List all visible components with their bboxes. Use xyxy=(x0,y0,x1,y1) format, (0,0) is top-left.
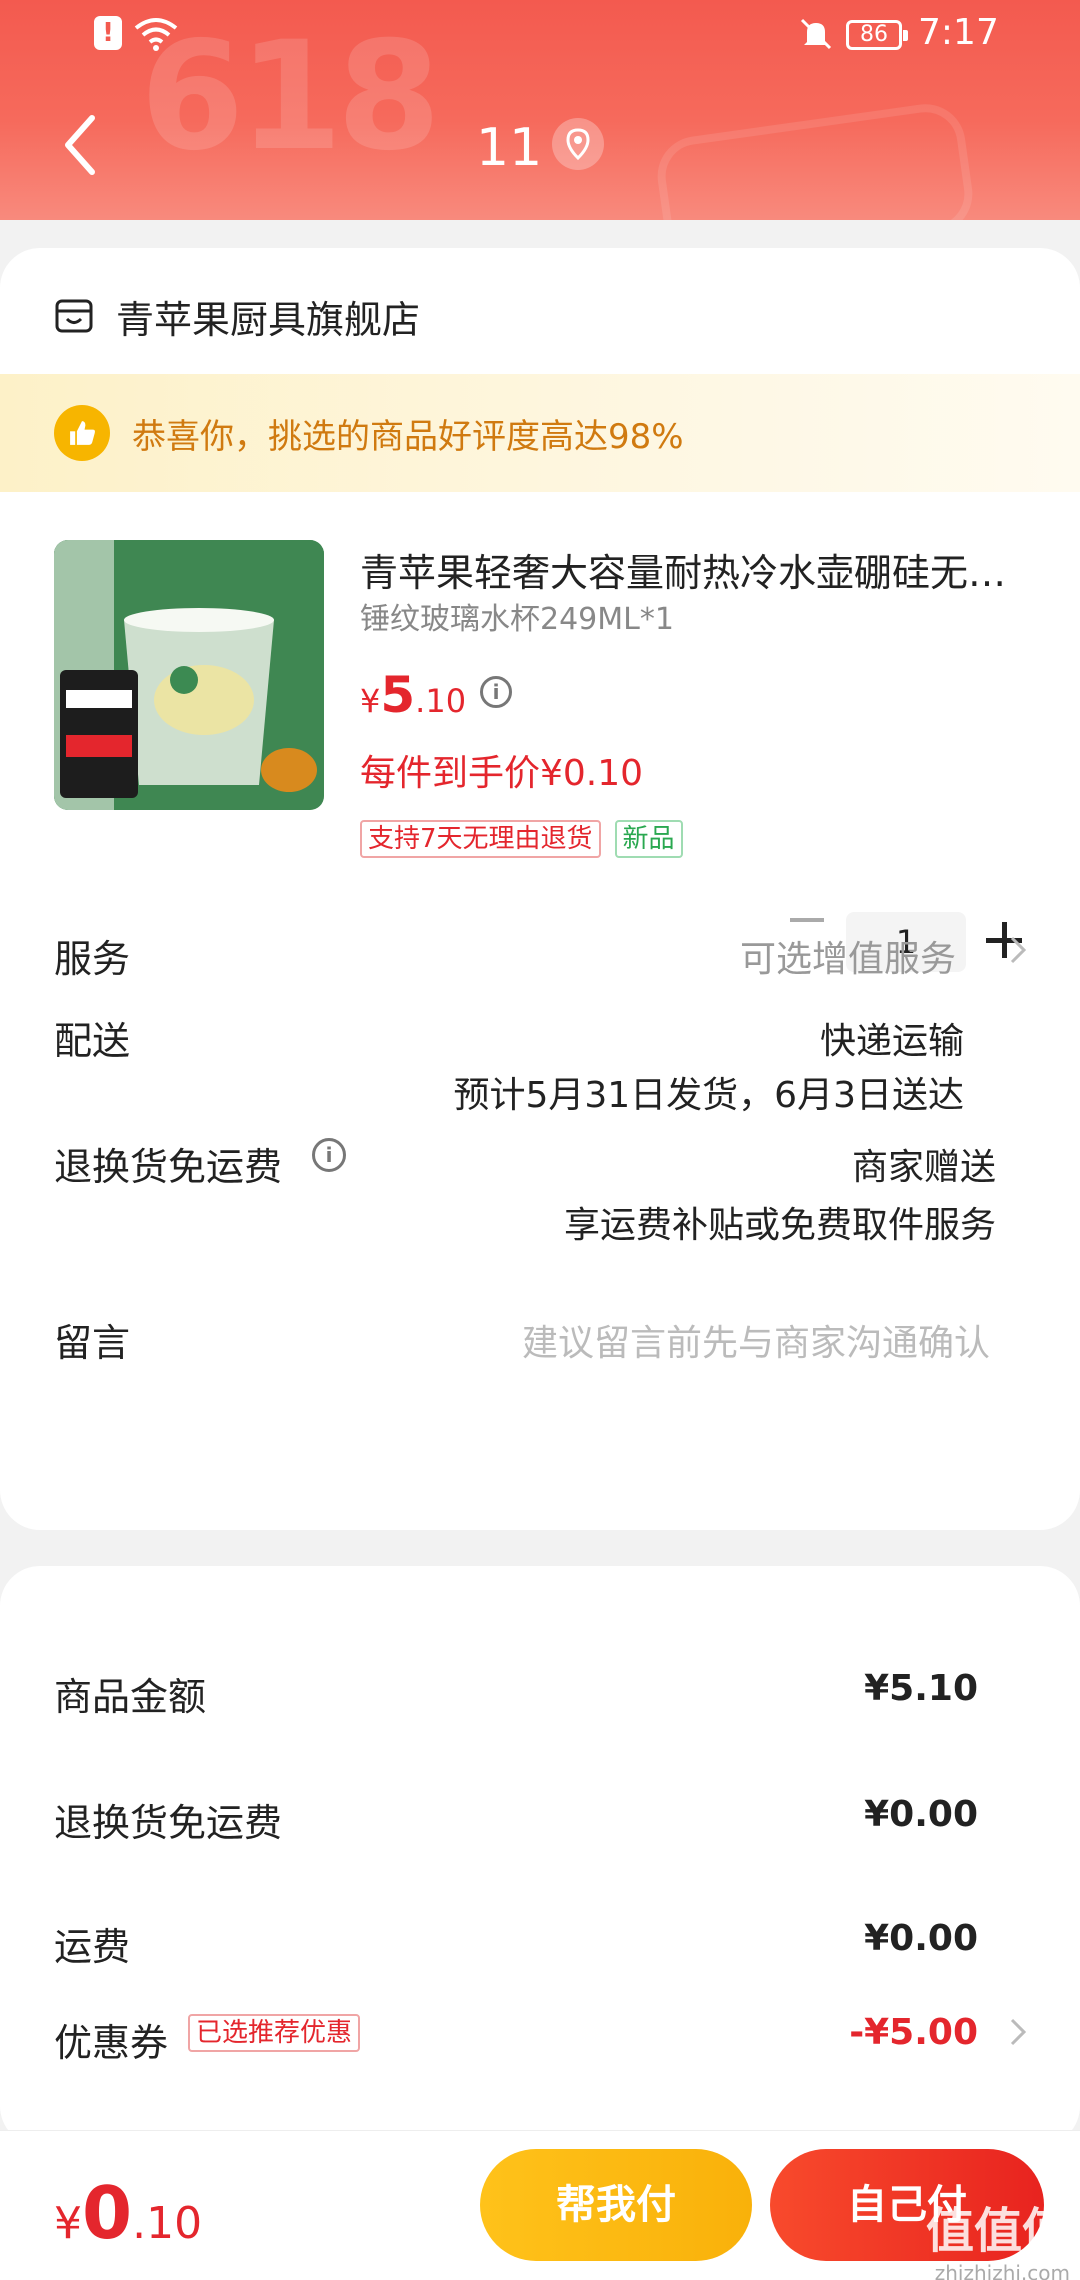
watermark: 值值值 zhizhizhi.com xyxy=(926,2191,1070,2280)
help-me-pay-button[interactable]: 帮我付 xyxy=(480,2149,752,2261)
message-input[interactable]: 建议留言前先与商家沟通确认 xyxy=(522,1314,990,1366)
coupon-value[interactable]: -¥5.00 xyxy=(849,2012,978,2053)
return-fee-value: ¥0.00 xyxy=(864,1794,978,1835)
chevron-right-icon[interactable] xyxy=(1008,932,1028,968)
tag-decoration xyxy=(652,99,978,220)
product-tags: 支持7天无理由退货 新品 xyxy=(360,820,683,858)
glass-cup-illustration xyxy=(54,540,324,810)
wifi-icon xyxy=(134,18,178,51)
return-shipping-label: 退换货免运费 xyxy=(54,1145,283,1189)
return-policy-tag: 支持7天无理由退货 xyxy=(360,820,601,858)
thumbs-up-icon xyxy=(54,405,110,461)
status-time: 7:17 xyxy=(918,12,999,53)
delivery-label: 配送 xyxy=(54,1019,131,1063)
product-price: ¥ 5 .10 xyxy=(360,666,466,724)
price-info-icon[interactable]: i xyxy=(480,676,512,708)
product-spec[interactable]: 锤纹玻璃水杯249ML*1 xyxy=(360,594,674,638)
coupon-recommended-tag: 已选推荐优惠 xyxy=(188,2014,361,2052)
price-integer: 5 xyxy=(380,666,416,724)
service-value[interactable]: 可选增值服务 xyxy=(740,930,956,982)
watermark-url: zhizhizhi.com xyxy=(934,2261,1070,2280)
header: 618 ! 86 7:17 11 xyxy=(0,0,1080,220)
store-row[interactable]: 青苹果厨具旗舰店 xyxy=(54,286,420,346)
delivery-estimate: 预计5月31日发货，6月3日送达 xyxy=(453,1075,964,1116)
goods-amount-label: 商品金额 xyxy=(54,1675,207,1719)
product-image[interactable] xyxy=(54,540,324,810)
return-info-icon[interactable]: i xyxy=(312,1138,346,1172)
total-integer: 0 xyxy=(82,2171,133,2255)
minus-icon xyxy=(790,918,824,922)
shipping-value: ¥0.00 xyxy=(864,1918,978,1959)
delivery-method: 快递运输 xyxy=(819,1021,964,1062)
praise-banner: 恭喜你，挑选的商品好评度高达98% xyxy=(0,374,1080,492)
chevron-right-icon[interactable] xyxy=(1008,2014,1028,2050)
return-shipping-desc: 享运费补贴或免费取件服务 xyxy=(563,1205,996,1246)
store-name: 青苹果厨具旗舰店 xyxy=(116,297,421,342)
goods-amount-value: ¥5.10 xyxy=(864,1668,978,1709)
shipping-label: 运费 xyxy=(54,1925,131,1969)
total-decimal: .10 xyxy=(132,2198,203,2249)
total-symbol: ¥ xyxy=(54,2198,82,2249)
page-title: 11 xyxy=(476,118,543,178)
return-fee-label: 退换货免运费 xyxy=(54,1801,283,1845)
price-symbol: ¥ xyxy=(360,682,381,720)
checkout-bar: ¥ 0 .10 帮我付 自己付 值值值 zhizhizhi.com xyxy=(0,2130,1080,2280)
price-decimal: .10 xyxy=(415,682,467,720)
watermark-text: 值值值 xyxy=(925,2203,1070,2259)
store-icon xyxy=(55,299,93,333)
battery-icon: 86 xyxy=(846,20,908,50)
message-label: 留言 xyxy=(54,1321,131,1365)
alert-icon: ! xyxy=(94,16,122,50)
order-card: 青苹果厨具旗舰店 恭喜你，挑选的商品好评度高达98% 青苹果轻奢大容量耐热冷水壶… xyxy=(0,248,1080,1530)
unit-price: 每件到手价¥0.10 xyxy=(360,753,644,794)
praise-text: 恭喜你，挑选的商品好评度高达98% xyxy=(132,416,684,457)
price-summary-card: 商品金额 ¥5.10 退换货免运费 ¥0.00 运费 ¥0.00 优惠券 已选推… xyxy=(0,1566,1080,2146)
mute-bell-icon xyxy=(800,18,832,50)
status-bar: ! 86 7:17 xyxy=(0,0,1080,70)
service-label: 服务 xyxy=(54,937,131,981)
back-button[interactable] xyxy=(56,110,104,180)
location-pin-button[interactable] xyxy=(552,118,604,170)
total-price: ¥ 0 .10 xyxy=(54,2171,202,2255)
location-pin-icon xyxy=(566,128,590,161)
return-shipping-value: 商家赠送 xyxy=(851,1147,996,1188)
coupon-label: 优惠券 xyxy=(54,2021,169,2065)
new-product-tag: 新品 xyxy=(614,820,683,858)
product-title[interactable]: 青苹果轻奢大容量耐热冷水壶硼硅无… xyxy=(360,542,1030,597)
